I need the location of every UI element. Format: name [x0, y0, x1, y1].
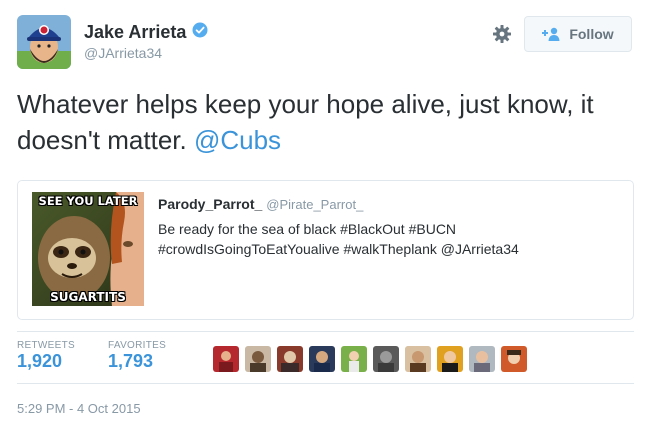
- favorites-stat[interactable]: FAVORITES 1,793: [108, 340, 166, 372]
- tweet-timestamp[interactable]: 5:29 PM - 4 Oct 2015: [17, 401, 141, 416]
- favoriter-avatar[interactable]: [277, 346, 303, 372]
- verified-icon: [192, 22, 208, 43]
- favoriter-avatar[interactable]: [309, 346, 335, 372]
- retweets-count: 1,920: [17, 351, 63, 371]
- meme-bottom-text: SUGARTITS: [50, 290, 126, 304]
- meme-top-text: SEE YOU LATER: [38, 194, 138, 208]
- follow-label: Follow: [569, 26, 614, 42]
- quoted-author[interactable]: Parody_Parrot_ @Pirate_Parrot_: [158, 196, 363, 212]
- author-handle[interactable]: @JArrieta34: [84, 45, 162, 61]
- favorites-label: FAVORITES: [108, 340, 167, 351]
- quoted-tweet-text: Be ready for the sea of black #BlackOut …: [158, 221, 519, 257]
- favoriters-avatars: [213, 346, 527, 372]
- favoriter-avatar[interactable]: [501, 346, 527, 372]
- favoriter-avatar[interactable]: [341, 346, 367, 372]
- favoriter-avatar[interactable]: [245, 346, 271, 372]
- author-avatar[interactable]: [17, 15, 71, 69]
- follow-button[interactable]: Follow: [524, 16, 632, 52]
- favoriter-avatar[interactable]: [437, 346, 463, 372]
- favorites-count: 1,793: [108, 351, 154, 371]
- divider: [17, 331, 634, 332]
- quoted-author-handle[interactable]: @Pirate_Parrot_: [266, 197, 363, 212]
- follow-person-plus-icon: [542, 27, 562, 41]
- favoriter-avatar[interactable]: [373, 346, 399, 372]
- favoriter-avatar[interactable]: [405, 346, 431, 372]
- author-name[interactable]: Jake Arrieta: [84, 22, 186, 43]
- divider: [17, 383, 634, 384]
- quoted-tweet-image[interactable]: [32, 192, 144, 306]
- quoted-author-name[interactable]: Parody_Parrot_: [158, 196, 262, 212]
- gear-icon[interactable]: [492, 24, 512, 49]
- tweet-body: Whatever helps keep your hope alive, jus…: [17, 89, 594, 155]
- retweets-stat[interactable]: RETWEETS 1,920: [17, 340, 75, 372]
- author-name-row[interactable]: Jake Arrieta: [84, 22, 208, 43]
- mention-link[interactable]: @Cubs: [194, 125, 281, 155]
- favoriter-avatar[interactable]: [213, 346, 239, 372]
- retweets-label: RETWEETS: [17, 340, 75, 351]
- tweet-text: Whatever helps keep your hope alive, jus…: [17, 86, 637, 158]
- favoriter-avatar[interactable]: [469, 346, 495, 372]
